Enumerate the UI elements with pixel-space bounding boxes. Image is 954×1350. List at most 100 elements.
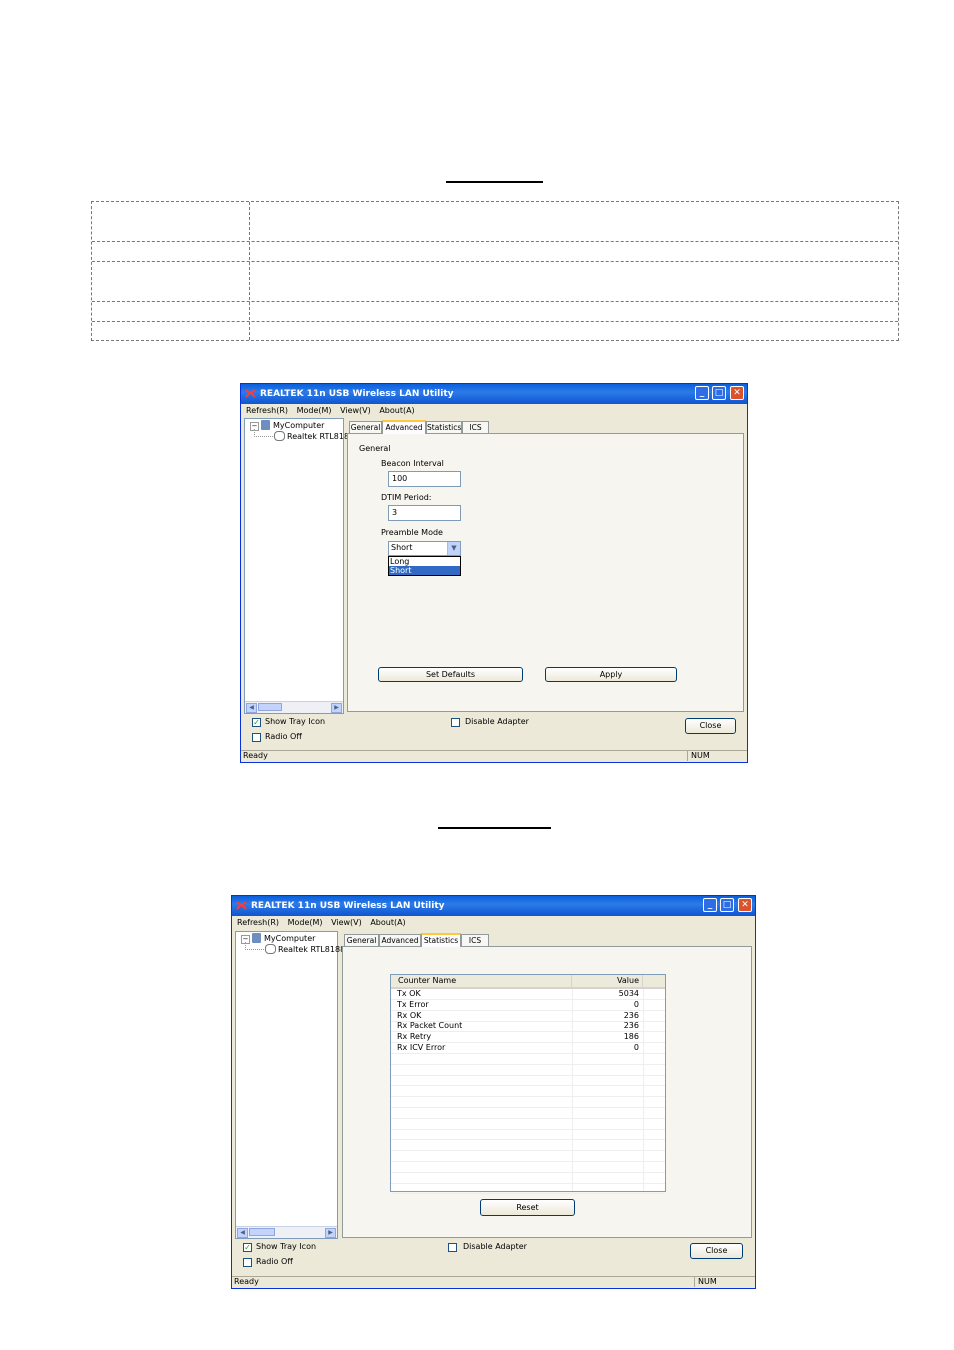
radio-off-checkbox[interactable] (243, 1258, 252, 1267)
title-bar[interactable]: REALTEK 11n USB Wireless LAN Utility _ □… (241, 384, 747, 404)
column-header-counter-name[interactable]: Counter Name (391, 975, 572, 987)
counter-value-cell: 236 (623, 1021, 639, 1031)
counter-name-cell: Rx ICV Error (397, 1043, 446, 1052)
heading-underline-2 (438, 827, 551, 829)
tree-connector (254, 429, 273, 437)
counter-name-cell: Rx Retry (397, 1032, 432, 1042)
preamble-option-short[interactable]: Short (389, 566, 460, 575)
apply-button[interactable]: Apply (545, 667, 677, 682)
table-row[interactable]: Tx Error 0 (391, 1000, 665, 1011)
tree-item-adapter[interactable]: Realtek RTL8188 (278, 945, 345, 954)
preamble-mode-select[interactable]: Short ▼ (388, 541, 461, 556)
utility-window-statistics: REALTEK 11n USB Wireless LAN Utility _ □… (231, 895, 756, 1289)
counter-value-cell: 236 (623, 1010, 639, 1020)
scroll-right-icon[interactable]: ▶ (331, 703, 342, 713)
tab-general[interactable]: General (344, 934, 379, 946)
beacon-interval-input[interactable]: 100 (388, 471, 461, 487)
scroll-left-icon[interactable]: ◀ (246, 703, 257, 713)
tree-horizontal-scrollbar[interactable]: ◀ ▶ (236, 1226, 337, 1238)
close-button[interactable]: Close (685, 718, 736, 734)
tab-strip: General Advanced Statistics ICS (349, 420, 549, 434)
device-tree: − MyComputer Realtek RTL8188 ◀ ▶ (235, 931, 345, 1239)
show-tray-icon-checkbox[interactable]: ✓ (252, 718, 261, 727)
scroll-right-icon[interactable]: ▶ (325, 1228, 336, 1238)
tab-statistics[interactable]: Statistics (426, 421, 462, 433)
close-window-button[interactable]: ✕ (738, 898, 752, 912)
window-title: REALTEK 11n USB Wireless LAN Utility (260, 389, 454, 399)
menu-view[interactable]: View(V) (340, 404, 371, 417)
table-row (391, 1054, 665, 1065)
counter-name-cell: Tx OK (397, 989, 421, 998)
disable-adapter-label: Disable Adapter (465, 717, 529, 726)
counter-name-cell: Tx Error (397, 999, 429, 1009)
menu-about[interactable]: About(A) (370, 916, 405, 929)
minimize-button[interactable]: _ (703, 898, 717, 912)
dtim-period-label: DTIM Period: (381, 493, 432, 502)
title-bar[interactable]: REALTEK 11n USB Wireless LAN Utility _ □… (232, 896, 755, 916)
maximize-button[interactable]: □ (712, 386, 726, 400)
menu-mode[interactable]: Mode(M) (297, 404, 332, 417)
show-tray-icon-checkbox[interactable]: ✓ (243, 1243, 252, 1252)
tree-item-mycomputer[interactable]: MyComputer (264, 934, 315, 943)
menu-refresh[interactable]: Refresh(R) (237, 916, 279, 929)
table-row (391, 1183, 665, 1195)
table-row[interactable]: Rx Retry 186 (391, 1032, 665, 1044)
set-defaults-button[interactable]: Set Defaults (378, 667, 523, 682)
tab-statistics[interactable]: Statistics (421, 933, 461, 947)
tab-ics[interactable]: ICS (461, 934, 489, 946)
counter-value-cell: 186 (623, 1032, 639, 1042)
close-window-button[interactable]: ✕ (730, 386, 744, 400)
window-title: REALTEK 11n USB Wireless LAN Utility (251, 901, 445, 911)
counter-value-cell: 0 (633, 1043, 639, 1052)
statistics-panel: Counter Name Value Tx OK 5034 Tx Error 0 Rx … (342, 946, 752, 1238)
table-row (391, 1151, 665, 1162)
menu-view[interactable]: View(V) (331, 916, 362, 929)
table-row[interactable]: Tx OK 5034 (391, 989, 665, 1000)
table-row[interactable]: Rx OK 236 (391, 1011, 665, 1022)
scroll-thumb[interactable] (258, 703, 282, 711)
disable-adapter-checkbox[interactable] (451, 718, 460, 727)
minimize-button[interactable]: _ (695, 386, 709, 400)
tree-connector (245, 942, 264, 950)
tree-horizontal-scrollbar[interactable]: ◀ ▶ (245, 701, 343, 713)
tree-item-mycomputer[interactable]: MyComputer (273, 421, 324, 430)
menu-mode[interactable]: Mode(M) (288, 916, 323, 929)
advanced-panel: General Beacon Interval 100 DTIM Period:… (347, 433, 744, 712)
general-group-label: General (359, 444, 391, 453)
column-header-value[interactable]: Value (572, 975, 643, 987)
beacon-interval-label: Beacon Interval (381, 459, 444, 468)
table-row[interactable]: Rx ICV Error 0 (391, 1043, 665, 1054)
radio-off-label: Radio Off (256, 1257, 293, 1266)
tab-advanced[interactable]: Advanced (379, 934, 421, 946)
scroll-thumb[interactable] (249, 1228, 275, 1236)
tree-item-adapter[interactable]: Realtek RTL8188 (287, 432, 354, 441)
chevron-down-icon[interactable]: ▼ (447, 542, 460, 555)
menu-refresh[interactable]: Refresh(R) (246, 404, 288, 417)
tab-general[interactable]: General (349, 421, 382, 433)
radio-off-checkbox[interactable] (252, 733, 261, 742)
maximize-button[interactable]: □ (720, 898, 734, 912)
disable-adapter-label: Disable Adapter (463, 1242, 527, 1251)
counter-name-cell: Rx Packet Count (397, 1021, 463, 1031)
dashed-table (91, 201, 899, 341)
realtek-app-icon (245, 389, 256, 398)
preamble-option-long[interactable]: Long (389, 557, 460, 566)
table-row (391, 1173, 665, 1184)
utility-window-advanced: REALTEK 11n USB Wireless LAN Utility _ □… (240, 383, 748, 763)
scroll-left-icon[interactable]: ◀ (237, 1228, 248, 1238)
dtim-period-input[interactable]: 3 (388, 505, 461, 521)
tab-ics[interactable]: ICS (462, 421, 489, 433)
heading-underline-1 (446, 181, 543, 183)
tab-strip: General Advanced Statistics ICS (344, 933, 544, 947)
table-row[interactable]: Rx Packet Count 236 (391, 1021, 665, 1033)
num-lock-indicator: NUM (687, 751, 710, 761)
reset-button[interactable]: Reset (480, 1199, 575, 1216)
table-row (391, 1075, 665, 1087)
status-bar: Ready NUM (232, 1276, 755, 1288)
menu-bar: Refresh(R) Mode(M) View(V) About(A) (241, 404, 747, 417)
menu-about[interactable]: About(A) (379, 404, 414, 417)
close-button[interactable]: Close (690, 1243, 743, 1259)
table-row (391, 1065, 665, 1076)
tab-advanced[interactable]: Advanced (382, 420, 426, 434)
disable-adapter-checkbox[interactable] (448, 1243, 457, 1252)
